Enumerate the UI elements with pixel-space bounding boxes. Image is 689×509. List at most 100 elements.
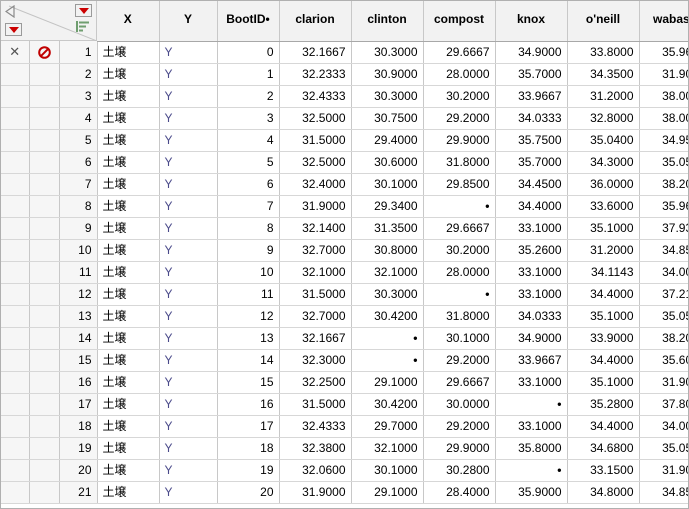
table-row[interactable]: 10土壌Y932.700030.800030.200035.260031.200… [1,240,689,262]
cell-y[interactable]: Y [159,152,217,174]
cell-clarion[interactable]: 31.5000 [279,130,351,152]
cell-oneill[interactable]: 35.1000 [567,218,639,240]
cell-clinton[interactable]: 29.3400 [351,196,423,218]
cell-clinton[interactable]: 31.3500 [351,218,423,240]
cell-wabash[interactable]: 31.9000 [639,64,689,86]
row-number[interactable]: 2 [59,64,97,86]
cell-bootid[interactable]: 4 [217,130,279,152]
table-row[interactable]: 21土壌Y2031.900029.100028.400035.900034.80… [1,482,689,504]
cell-bootid[interactable]: 5 [217,152,279,174]
cell-compost[interactable]: 30.1000 [423,328,495,350]
cell-compost[interactable]: 30.2000 [423,86,495,108]
cell-wabash[interactable]: 34.0000 [639,262,689,284]
row-select-marker[interactable] [1,218,29,240]
cell-clarion[interactable]: 32.0600 [279,460,351,482]
row-select-marker[interactable] [1,284,29,306]
row-exclude-marker[interactable] [29,218,59,240]
row-number[interactable]: 19 [59,438,97,460]
cell-knox[interactable]: 34.4500 [495,174,567,196]
column-header-y[interactable]: Y [159,1,217,41]
cell-clinton[interactable]: 32.1000 [351,438,423,460]
row-select-marker[interactable] [1,196,29,218]
row-number[interactable]: 14 [59,328,97,350]
cell-y[interactable]: Y [159,460,217,482]
row-number[interactable]: 3 [59,86,97,108]
table-row[interactable]: 18土壌Y1732.433329.700029.200033.100034.40… [1,416,689,438]
cell-wabash[interactable]: 38.2000 [639,174,689,196]
cell-knox[interactable]: 35.7000 [495,152,567,174]
row-select-marker[interactable] [1,240,29,262]
cell-y[interactable]: Y [159,372,217,394]
column-header-clarion[interactable]: clarion [279,1,351,41]
cell-x[interactable]: 土壌 [97,64,159,86]
cell-x[interactable]: 土壌 [97,86,159,108]
row-select-marker[interactable] [1,174,29,196]
cell-clinton[interactable]: 29.1000 [351,482,423,504]
cell-wabash[interactable]: 31.9000 [639,372,689,394]
cell-clarion[interactable]: 32.1667 [279,328,351,350]
table-row[interactable]: 17土壌Y1631.500030.420030.0000•35.280037.8… [1,394,689,416]
cell-x[interactable]: 土壌 [97,416,159,438]
cell-oneill[interactable]: 34.3000 [567,152,639,174]
cell-x[interactable]: 土壌 [97,372,159,394]
cell-wabash[interactable]: 34.0000 [639,416,689,438]
cell-oneill[interactable]: 35.1000 [567,306,639,328]
cell-knox[interactable]: 33.1000 [495,284,567,306]
cell-clinton[interactable]: 30.4200 [351,306,423,328]
cell-clarion[interactable]: 32.1000 [279,262,351,284]
table-row[interactable]: 14土壌Y1332.1667•30.100034.900033.900038.2… [1,328,689,350]
row-exclude-marker[interactable] [29,328,59,350]
cell-bootid[interactable]: 20 [217,482,279,504]
row-select-marker[interactable] [1,108,29,130]
cell-knox[interactable]: 34.9000 [495,328,567,350]
cell-compost[interactable]: 29.6667 [423,41,495,64]
cell-bootid[interactable]: 13 [217,328,279,350]
cell-knox[interactable]: 33.1000 [495,372,567,394]
cell-y[interactable]: Y [159,416,217,438]
cell-compost-missing[interactable]: • [423,284,495,306]
row-number[interactable]: 16 [59,372,97,394]
cell-clinton[interactable]: 30.1000 [351,174,423,196]
cell-wabash[interactable]: 35.0500 [639,152,689,174]
cell-bootid[interactable]: 17 [217,416,279,438]
cell-bootid[interactable]: 8 [217,218,279,240]
cell-x[interactable]: 土壌 [97,218,159,240]
column-header-bootid[interactable]: BootID• [217,1,279,41]
cell-clarion[interactable]: 31.9000 [279,196,351,218]
cell-knox[interactable]: 35.7000 [495,64,567,86]
cell-knox[interactable]: 35.7500 [495,130,567,152]
cell-y[interactable]: Y [159,86,217,108]
row-select-marker[interactable] [1,372,29,394]
row-number[interactable]: 11 [59,262,97,284]
cell-clinton[interactable]: 30.1000 [351,460,423,482]
table-row[interactable]: 9土壌Y832.140031.350029.666733.100035.1000… [1,218,689,240]
cell-clarion[interactable]: 32.1667 [279,41,351,64]
cell-clinton[interactable]: 30.6000 [351,152,423,174]
row-exclude-marker[interactable] [29,64,59,86]
cell-clinton[interactable]: 30.7500 [351,108,423,130]
cell-compost[interactable]: 30.2800 [423,460,495,482]
cell-clarion[interactable]: 32.3000 [279,350,351,372]
table-row[interactable]: 8土壌Y731.900029.3400•34.400033.600035.966… [1,196,689,218]
cell-y[interactable]: Y [159,174,217,196]
cell-knox[interactable]: 33.9667 [495,86,567,108]
cell-compost[interactable]: 29.6667 [423,218,495,240]
row-select-marker[interactable] [1,306,29,328]
cell-bootid[interactable]: 14 [217,350,279,372]
table-row[interactable]: 11土壌Y1032.100032.100028.000033.100034.11… [1,262,689,284]
column-header-oneill[interactable]: o'neill [567,1,639,41]
cell-clarion[interactable]: 32.3800 [279,438,351,460]
row-number[interactable]: 5 [59,130,97,152]
cell-wabash[interactable]: 35.6000 [639,350,689,372]
column-header-clinton[interactable]: clinton [351,1,423,41]
cell-y[interactable]: Y [159,350,217,372]
row-number[interactable]: 12 [59,284,97,306]
cell-bootid[interactable]: 11 [217,284,279,306]
row-exclude-marker[interactable] [29,41,59,64]
cell-clinton[interactable]: 30.3000 [351,86,423,108]
cell-x[interactable]: 土壌 [97,130,159,152]
cell-oneill[interactable]: 33.9000 [567,328,639,350]
table-row[interactable]: 19土壌Y1832.380032.100029.900035.800034.68… [1,438,689,460]
cell-bootid[interactable]: 6 [217,174,279,196]
cell-x[interactable]: 土壌 [97,108,159,130]
